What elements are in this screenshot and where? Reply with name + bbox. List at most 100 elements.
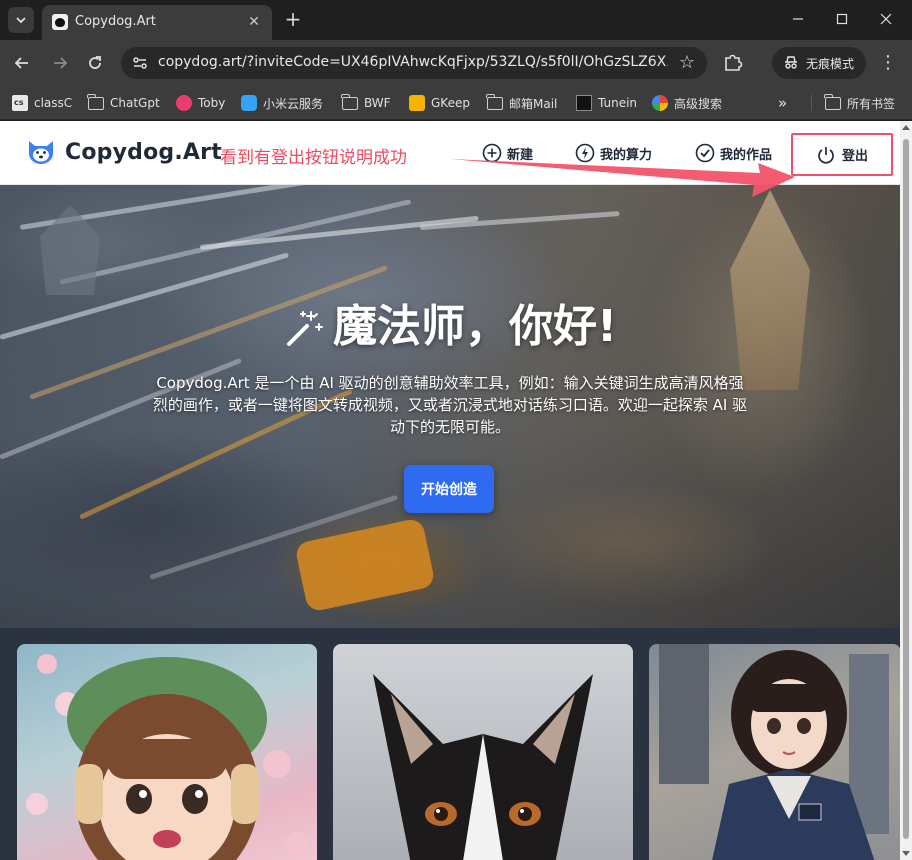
hero-title-text: 魔法师，你好! bbox=[332, 301, 618, 352]
magic-wand-icon bbox=[286, 311, 323, 346]
all-bookmarks-button[interactable]: 所有书签 bbox=[824, 92, 896, 114]
bookmark-advanced-search[interactable]: 高级搜索 bbox=[652, 92, 722, 114]
nav-create-label: 新建 bbox=[507, 147, 534, 163]
dog-portrait-image bbox=[373, 674, 593, 860]
bookmark-label: 小米云服务 bbox=[263, 96, 324, 111]
browser-toolbar: copydog.art/?inviteCode=UX46pIVAhwcKqFjx… bbox=[0, 40, 912, 86]
bookmark-label: ChatGpt bbox=[110, 96, 160, 110]
close-window-button[interactable] bbox=[866, 5, 906, 33]
browser-tab[interactable]: Copydog.Art ✕ bbox=[42, 5, 272, 40]
bookmark-xiaomi-cloud[interactable]: 小米云服务 bbox=[241, 92, 323, 114]
site-settings-icon[interactable] bbox=[131, 54, 149, 72]
panda-favicon-icon bbox=[52, 14, 68, 30]
incognito-icon bbox=[785, 56, 797, 69]
maximize-icon bbox=[836, 13, 848, 25]
web-page: Copydog.Art 看到有登出按钮说明成功 新建 我的算力 我的作品 登出 bbox=[0, 121, 900, 860]
bookmark-label: classC bbox=[34, 96, 73, 110]
keep-icon bbox=[409, 95, 425, 111]
bookmarks-divider bbox=[811, 95, 812, 111]
scroll-thumb[interactable] bbox=[903, 139, 909, 839]
page-scrollbar[interactable] bbox=[900, 121, 912, 860]
plus-circle-icon bbox=[482, 143, 502, 163]
bookmark-bwf[interactable]: BWF bbox=[341, 92, 391, 114]
bookmark-star-icon[interactable]: ☆ bbox=[679, 52, 695, 73]
bookmark-label: Toby bbox=[198, 96, 226, 110]
google-icon bbox=[652, 95, 668, 111]
lightning-icon bbox=[575, 143, 595, 163]
bookmark-label: GKeep bbox=[431, 96, 470, 110]
reload-button[interactable] bbox=[83, 51, 107, 75]
minimize-button[interactable] bbox=[778, 5, 818, 33]
url-text[interactable]: copydog.art/?inviteCode=UX46pIVAhwcKqFjx… bbox=[158, 54, 668, 70]
tab-title: Copydog.Art bbox=[75, 14, 156, 29]
site-header: Copydog.Art 看到有登出按钮说明成功 新建 我的算力 我的作品 登出 bbox=[0, 121, 900, 185]
brand-name: Copydog.Art bbox=[65, 139, 222, 165]
bookmark-label: 高级搜索 bbox=[674, 96, 723, 111]
extensions-button[interactable] bbox=[722, 51, 746, 75]
browser-menu-button[interactable]: ⋮ bbox=[878, 52, 898, 74]
bookmark-label: 邮箱Mail bbox=[509, 96, 558, 111]
scroll-up-arrow-icon[interactable] bbox=[902, 125, 910, 130]
close-icon bbox=[880, 13, 892, 25]
tunein-icon bbox=[576, 95, 592, 111]
scroll-down-arrow-icon[interactable] bbox=[902, 851, 910, 856]
forward-button[interactable] bbox=[48, 51, 72, 75]
bookmark-gkeep[interactable]: GKeep bbox=[409, 92, 470, 114]
bookmark-classc[interactable]: cs classC bbox=[12, 92, 72, 114]
back-button[interactable] bbox=[10, 51, 34, 75]
address-bar[interactable]: copydog.art/?inviteCode=UX46pIVAhwcKqFjx… bbox=[121, 47, 707, 79]
cloud-icon bbox=[241, 95, 257, 111]
hero-title: 魔法师，你好! bbox=[0, 290, 900, 354]
bookmark-mail[interactable]: 邮箱Mail bbox=[486, 92, 558, 114]
close-tab-icon[interactable]: ✕ bbox=[244, 12, 264, 32]
bookmark-toby[interactable]: Toby bbox=[176, 92, 225, 114]
reload-icon bbox=[89, 56, 101, 69]
dog-logo-icon bbox=[29, 141, 53, 164]
bookmarks-bar: cs classC ChatGpt Toby 小米云服务 BWF GKeep 邮… bbox=[0, 86, 912, 120]
bookmarks-overflow-button[interactable]: » bbox=[778, 92, 787, 114]
logout-label: 登出 bbox=[841, 149, 868, 164]
bookmark-tunein[interactable]: Tunein bbox=[576, 92, 637, 114]
nav-create[interactable]: 新建 bbox=[482, 143, 533, 163]
bookmark-label: Tunein bbox=[598, 96, 638, 110]
gallery-card-dog[interactable] bbox=[333, 644, 633, 860]
new-tab-button[interactable]: + bbox=[282, 7, 304, 31]
girl-headphones-image bbox=[26, 654, 309, 860]
gallery-card-girl-headphones[interactable] bbox=[17, 644, 317, 860]
bookmark-chatgpt[interactable]: ChatGpt bbox=[87, 92, 160, 114]
overflow-chevron-icon: » bbox=[778, 94, 788, 112]
incognito-label: 无痕模式 bbox=[806, 56, 855, 71]
maximize-button[interactable] bbox=[822, 5, 862, 33]
all-bookmarks-label: 所有书签 bbox=[847, 96, 896, 111]
hero-description: Copydog.Art 是一个由 AI 驱动的创意辅助效率工具，例如：输入关键词… bbox=[152, 374, 748, 436]
nav-my-power[interactable]: 我的算力 bbox=[575, 143, 652, 163]
folder-icon bbox=[87, 93, 104, 110]
folder-icon bbox=[824, 93, 841, 110]
nav-my-power-label: 我的算力 bbox=[600, 147, 653, 163]
tab-strip: Copydog.Art ✕ + bbox=[0, 0, 912, 40]
anime-girl-image bbox=[659, 644, 889, 860]
site-logo[interactable]: Copydog.Art bbox=[26, 137, 222, 167]
folder-icon bbox=[341, 93, 358, 110]
power-icon bbox=[818, 146, 834, 164]
arrow-right-icon bbox=[54, 57, 68, 69]
arrow-left-icon bbox=[14, 57, 28, 69]
nav-my-works[interactable]: 我的作品 bbox=[695, 143, 772, 163]
annotation-note: 看到有登出按钮说明成功 bbox=[220, 148, 407, 168]
tab-search-button[interactable] bbox=[8, 7, 34, 33]
gallery bbox=[0, 628, 900, 860]
gallery-card-anime-girl[interactable] bbox=[649, 644, 900, 860]
chevron-down-icon bbox=[16, 17, 26, 24]
start-creating-button[interactable]: 开始创造 bbox=[404, 465, 494, 513]
incognito-indicator[interactable]: 无痕模式 bbox=[772, 47, 866, 79]
check-circle-icon bbox=[695, 143, 715, 163]
folder-icon bbox=[486, 93, 503, 110]
bookmark-label: BWF bbox=[364, 96, 391, 110]
toby-icon bbox=[176, 95, 192, 111]
minimize-icon bbox=[793, 18, 803, 20]
hero-banner: 魔法师，你好! Copydog.Art 是一个由 AI 驱动的创意辅助效率工具，… bbox=[0, 185, 900, 628]
logout-button[interactable]: 登出 bbox=[791, 133, 893, 176]
class-icon: cs bbox=[12, 95, 28, 111]
puzzle-icon bbox=[725, 54, 743, 71]
nav-my-works-label: 我的作品 bbox=[720, 147, 773, 163]
